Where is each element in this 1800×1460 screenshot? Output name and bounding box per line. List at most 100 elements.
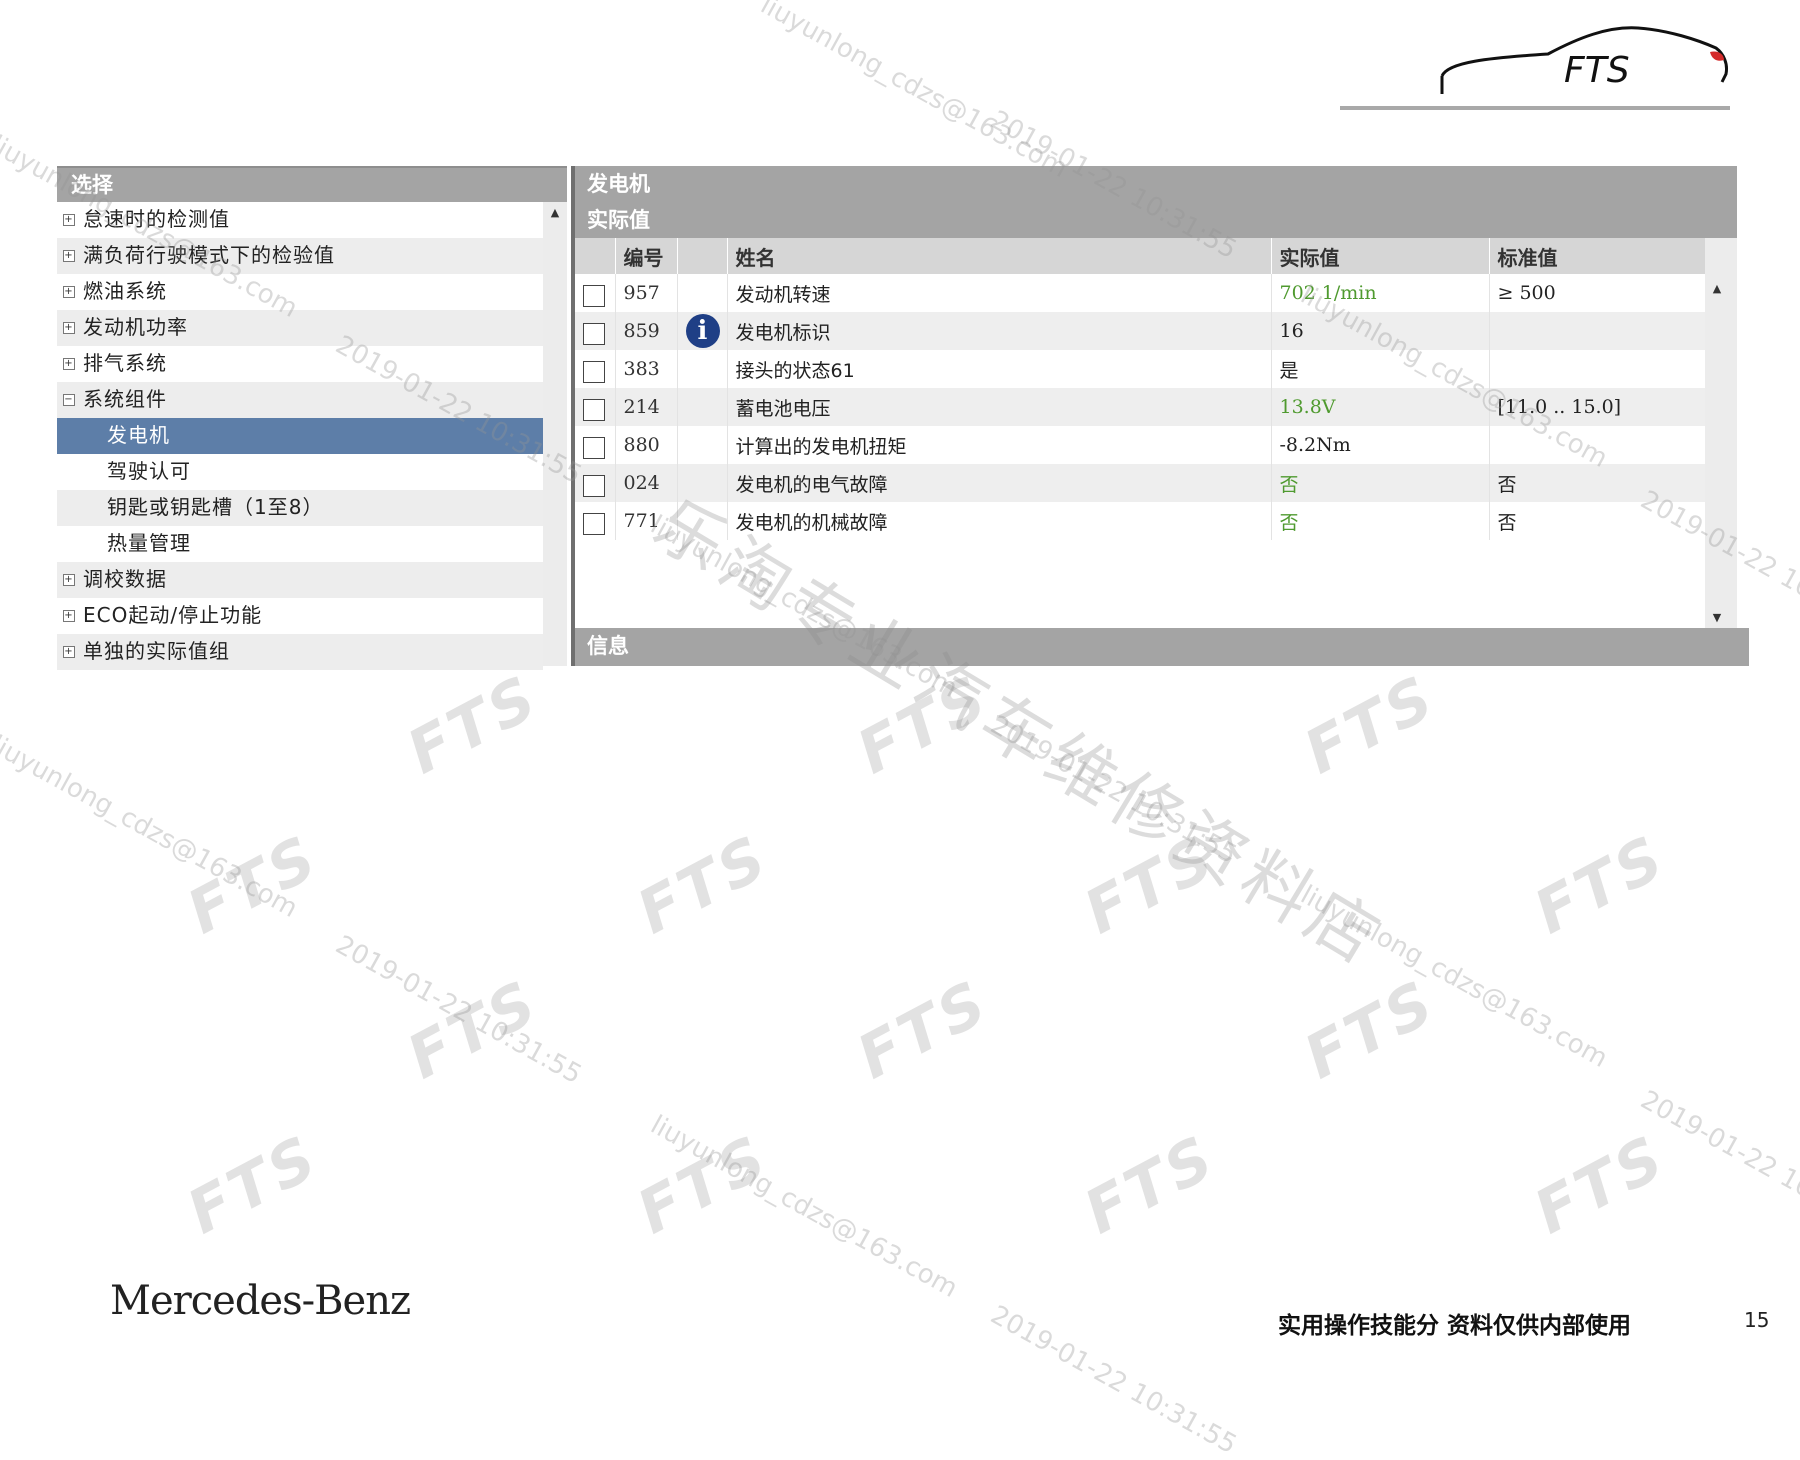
- tree-item-system-components[interactable]: − 系统组件: [57, 382, 543, 418]
- tree-item-engine-power[interactable]: + 发动机功率: [57, 310, 543, 346]
- watermark-mark: FTS: [626, 821, 781, 949]
- detail-title: 发电机: [575, 166, 1737, 202]
- row-name: 发动机转速: [727, 274, 1272, 312]
- expander-minus-icon[interactable]: −: [63, 394, 75, 406]
- tree-item-label: 发动机功率: [83, 315, 188, 339]
- table-row[interactable]: 214 蓄电池电压 13.8V [11.0 .. 15.0]: [575, 388, 1706, 426]
- row-icon-cell: [677, 350, 728, 388]
- expander-plus-icon[interactable]: +: [63, 574, 75, 586]
- detail-panel: 发电机 实际值 编号 姓名 实际值 标准值 957 发动机转速 702 1/mi…: [575, 166, 1749, 666]
- row-icon-cell: [677, 388, 728, 426]
- row-actual-value: -8.2Nm: [1271, 426, 1490, 464]
- tree-item-label: 燃油系统: [83, 279, 167, 303]
- table-row[interactable]: 880 计算出的发电机扭矩 -8.2Nm: [575, 426, 1706, 464]
- tree-item-exhaust-system[interactable]: + 排气系统: [57, 346, 543, 382]
- row-name: 计算出的发电机扭矩: [727, 426, 1272, 464]
- tree-item-label: 系统组件: [83, 387, 167, 411]
- row-name: 接头的状态61: [727, 350, 1272, 388]
- table-row[interactable]: 024 发电机的电气故障 否 否: [575, 464, 1706, 502]
- selection-panel-header: 选择: [57, 166, 567, 202]
- expander-plus-icon[interactable]: +: [63, 646, 75, 658]
- row-name: 发电机的机械故障: [727, 502, 1272, 540]
- tree-item-idle-values[interactable]: + 怠速时的检测值: [57, 202, 543, 238]
- scroll-down-icon[interactable]: ▼: [1705, 611, 1729, 624]
- row-actual-value: 否: [1271, 464, 1490, 502]
- checkbox-icon[interactable]: [583, 437, 605, 459]
- row-name: 发电机标识: [727, 312, 1272, 350]
- logo-underline: [1340, 106, 1730, 110]
- watermark-email: liuyunlong_cdzs@163.com: [1295, 880, 1613, 1074]
- watermark-mark: FTS: [1293, 661, 1448, 789]
- expander-plus-icon[interactable]: +: [63, 250, 75, 262]
- checkbox-icon[interactable]: [583, 399, 605, 421]
- row-actual-value: 16: [1271, 312, 1490, 350]
- row-standard-value: ≥ 500: [1489, 274, 1706, 312]
- column-header-actual[interactable]: 实际值: [1271, 238, 1490, 274]
- watermark-timestamp: 2019-01-22 10:31:55: [985, 1300, 1242, 1460]
- row-standard-value: 否: [1489, 464, 1706, 502]
- tree-item-label: 驾驶认可: [107, 459, 191, 483]
- tree-item-label: 调校数据: [83, 567, 167, 591]
- tree-item-eco-start-stop[interactable]: + ECO起动/停止功能: [57, 598, 543, 634]
- table-row[interactable]: 383 接头的状态61 是: [575, 350, 1706, 388]
- column-header-name[interactable]: 姓名: [727, 238, 1272, 274]
- row-actual-value: 是: [1271, 350, 1490, 388]
- tree-item-generator[interactable]: 发电机: [57, 418, 543, 454]
- row-actual-value: 否: [1271, 502, 1490, 540]
- table-row[interactable]: 859 i 发电机标识 16: [575, 312, 1706, 350]
- column-header-select: [575, 238, 616, 274]
- watermark-timestamp: 2019-01-22 10:31:55: [985, 710, 1242, 871]
- row-number: 024: [615, 464, 678, 502]
- checkbox-icon[interactable]: [583, 361, 605, 383]
- tree-item-label: 排气系统: [83, 351, 167, 375]
- watermark-mark: FTS: [396, 661, 551, 789]
- row-number: 957: [615, 274, 678, 312]
- scroll-up-icon[interactable]: ▲: [543, 206, 567, 219]
- info-icon[interactable]: i: [685, 314, 720, 348]
- row-icon-cell: i: [677, 312, 728, 350]
- table-row[interactable]: 771 发电机的机械故障 否 否: [575, 502, 1706, 540]
- row-number: 880: [615, 426, 678, 464]
- expander-plus-icon[interactable]: +: [63, 214, 75, 226]
- tree-item-label: 满负荷行驶模式下的检验值: [83, 243, 335, 267]
- table-scrollbar[interactable]: ▲ ▼: [1705, 238, 1737, 628]
- row-icon-cell: [677, 426, 728, 464]
- row-name: 蓄电池电压: [727, 388, 1272, 426]
- column-header-standard[interactable]: 标准值: [1489, 238, 1706, 274]
- tree-scrollbar[interactable]: ▲: [543, 202, 567, 666]
- column-header-number[interactable]: 编号: [615, 238, 678, 274]
- tree-item-individual-value-groups[interactable]: + 单独的实际值组: [57, 634, 543, 670]
- watermark-mark: FTS: [846, 966, 1001, 1094]
- checkbox-icon[interactable]: [583, 475, 605, 497]
- checkbox-icon[interactable]: [583, 285, 605, 307]
- watermark-mark: FTS: [1293, 966, 1448, 1094]
- actual-values-table: 编号 姓名 实际值 标准值 957 发动机转速 702 1/min ≥ 500: [575, 238, 1706, 540]
- expander-plus-icon[interactable]: +: [63, 610, 75, 622]
- watermark-timestamp: 2019-01-22 10:31:55: [1635, 1085, 1800, 1246]
- tree-item-thermal-management[interactable]: 热量管理: [57, 526, 543, 562]
- tree-item-calibration-data[interactable]: + 调校数据: [57, 562, 543, 598]
- row-standard-value: 否: [1489, 502, 1706, 540]
- actual-values-header: 实际值: [575, 202, 1737, 238]
- checkbox-icon[interactable]: [583, 513, 605, 535]
- row-number: 383: [615, 350, 678, 388]
- actual-values-table-wrap: 编号 姓名 实际值 标准值 957 发动机转速 702 1/min ≥ 500: [575, 238, 1737, 628]
- tree-item-fuel-system[interactable]: + 燃油系统: [57, 274, 543, 310]
- checkbox-icon[interactable]: [583, 323, 605, 345]
- tree-item-full-load-values[interactable]: + 满负荷行驶模式下的检验值: [57, 238, 543, 274]
- table-row[interactable]: 957 发动机转速 702 1/min ≥ 500: [575, 274, 1706, 312]
- expander-plus-icon[interactable]: +: [63, 286, 75, 298]
- scroll-up-icon[interactable]: ▲: [1705, 282, 1729, 295]
- brand-wordmark: Mercedes-Benz: [110, 1278, 411, 1324]
- info-header: 信息: [575, 628, 1749, 666]
- expander-plus-icon[interactable]: +: [63, 322, 75, 334]
- row-standard-value: [11.0 .. 15.0]: [1489, 388, 1706, 426]
- expander-plus-icon[interactable]: +: [63, 358, 75, 370]
- row-name: 发电机的电气故障: [727, 464, 1272, 502]
- tree-item-key-slots[interactable]: 钥匙或钥匙槽（1至8）: [57, 490, 543, 526]
- tree-item-drive-authorization[interactable]: 驾驶认可: [57, 454, 543, 490]
- tree-item-label: 单独的实际值组: [83, 639, 230, 663]
- row-icon-cell: [677, 502, 728, 540]
- watermark-mark: FTS: [846, 661, 1001, 789]
- row-standard-value: [1489, 426, 1706, 464]
